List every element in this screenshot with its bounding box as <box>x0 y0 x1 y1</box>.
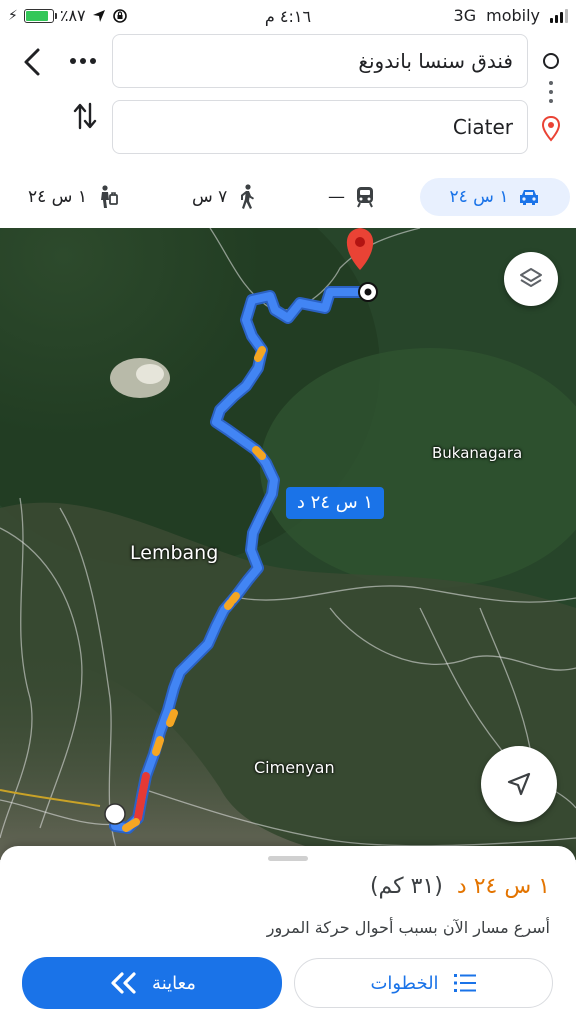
slow-traffic-segment <box>254 346 266 362</box>
layers-button[interactable] <box>504 252 558 306</box>
route-summary: ١ س ٢٤ د (٣١ كم) <box>370 874 550 899</box>
layers-icon <box>520 268 542 287</box>
steps-label: الخطوات <box>370 972 439 994</box>
car-icon <box>520 190 539 205</box>
place-label-bukanagara: Bukanagara <box>432 444 523 462</box>
origin-circle-icon <box>543 53 559 69</box>
carrier-name: mobily <box>486 6 540 25</box>
directions-header: فندق سنسا باندونغ Ciater <box>0 34 576 160</box>
slow-traffic-segment <box>152 736 164 756</box>
navigation-arrow-icon <box>507 772 531 796</box>
crater-center <box>136 364 164 384</box>
walk-icon <box>241 184 255 209</box>
origin-field[interactable]: فندق سنسا باندونغ <box>112 34 528 88</box>
steps-button[interactable]: الخطوات <box>294 958 553 1008</box>
swap-route-icon[interactable] <box>72 100 98 132</box>
status-bar: ⚡ ٪٨٧ ٤:١٦ م 3G mobily <box>0 0 576 34</box>
route-dots-icon <box>549 81 553 103</box>
ride-duration: ١ س ٢٤ <box>28 187 87 207</box>
origin-marker[interactable] <box>104 803 126 825</box>
ride-hail-icon <box>100 185 118 208</box>
slow-traffic-segment <box>122 818 140 832</box>
slow-traffic-segment <box>252 446 266 460</box>
tab-walk[interactable]: ٧ س <box>192 178 257 216</box>
list-icon <box>453 974 476 992</box>
route-distance: (٣١ كم) <box>369 874 443 899</box>
tab-drive[interactable]: ١ س ٢٤ <box>420 178 570 216</box>
travel-mode-tabs: ١ س ٢٤ ٧ س — ١ س ٢٤ <box>0 166 576 228</box>
signal-icon <box>550 8 568 23</box>
drag-handle[interactable] <box>268 856 308 861</box>
map-view[interactable]: Bukanagara Lembang Cimenyan ١ س ٢٤ د <box>0 228 576 860</box>
drive-duration: ١ س ٢٤ <box>449 187 509 207</box>
more-options-icon[interactable] <box>70 58 96 64</box>
back-icon[interactable] <box>18 46 48 78</box>
walk-duration: ٧ س <box>192 187 228 207</box>
place-label-lembang: Lembang <box>130 542 219 564</box>
my-location-button[interactable] <box>481 746 557 822</box>
tab-transit[interactable]: — <box>328 178 375 216</box>
double-chevron-left-icon <box>111 972 136 994</box>
place-label-cimenyan: Cimenyan <box>254 758 335 777</box>
status-right: 3G mobily <box>454 6 568 25</box>
train-icon <box>357 187 373 208</box>
route-duration: ١ س ٢٤ د <box>456 874 550 899</box>
route-duration-callout-text: ١ س ٢٤ د <box>296 492 374 513</box>
route-description: أسرع مسار الآن بسبب أحوال حركة المرور <box>266 918 550 937</box>
preview-button[interactable]: معاينة <box>22 957 282 1009</box>
destination-pin-icon <box>541 116 561 142</box>
network-type: 3G <box>453 6 477 25</box>
preview-label: معاينة <box>152 972 196 994</box>
route-summary-sheet[interactable]: ١ س ٢٤ د (٣١ كم) أسرع مسار الآن بسبب أحو… <box>0 846 576 1024</box>
route-duration-callout[interactable]: ١ س ٢٤ د <box>286 487 384 519</box>
tab-ride[interactable]: ١ س ٢٤ <box>28 178 119 216</box>
transit-duration: — <box>328 187 345 207</box>
slow-traffic-segment <box>166 709 178 727</box>
destination-field[interactable]: Ciater <box>112 100 528 154</box>
